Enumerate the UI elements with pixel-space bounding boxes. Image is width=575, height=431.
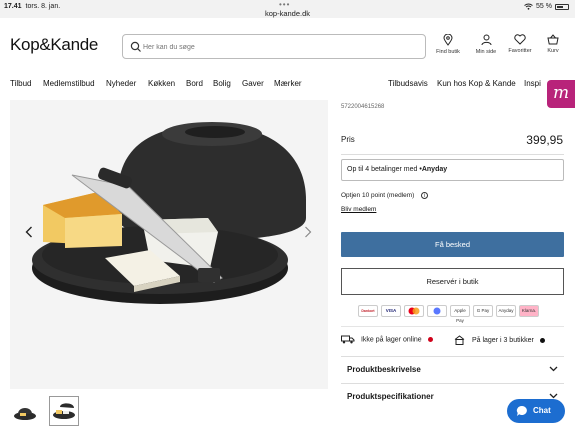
basket-label: Kurv (547, 48, 559, 54)
nav-item-bolig[interactable]: Bolig (213, 79, 231, 88)
google-pay-icon: G Pay (473, 305, 493, 317)
find-store-button[interactable]: Find butik (430, 34, 466, 55)
out-of-stock-dot (427, 337, 433, 342)
apple-pay-icon: Apple Pay (450, 305, 470, 323)
chevron-down-icon (549, 366, 558, 372)
klarna-icon: Klarna. (519, 305, 539, 317)
status-indicators: 55 % (524, 3, 569, 10)
stock-store-text: På lager i 3 butikker (471, 336, 534, 344)
become-member-link[interactable]: Bliv medlem (341, 206, 376, 213)
price-label: Pris (341, 135, 355, 144)
my-page-label: Min side (475, 49, 497, 55)
nav-item-gaver[interactable]: Gaver (242, 79, 264, 88)
nav-item-kun-hos[interactable]: Kun hos Kop & Kande (437, 79, 516, 88)
chat-button[interactable]: Chat (507, 399, 565, 423)
payment-methods: Dankort VISA Apple Pay G Pay Anyday Klar… (358, 305, 539, 323)
chat-label: Chat (533, 406, 551, 415)
cheese-slicer-illustration (32, 122, 306, 304)
location-pin-icon (443, 34, 453, 46)
points-info: Optjen 10 point (medlem) i (341, 192, 429, 200)
stock-online: Ikke på lager online (341, 335, 433, 344)
favorites-label: Favoritter (508, 48, 532, 54)
product-sku: 5722004615268 (341, 104, 385, 110)
visa-icon: VISA (381, 305, 401, 317)
anyday-text: Op til 4 betalinger med (347, 166, 418, 173)
thumbnail-1-image (14, 408, 36, 420)
nav-item-nyheder[interactable]: Nyheder (106, 79, 136, 88)
product-image[interactable] (10, 100, 328, 389)
search-box[interactable] (122, 34, 426, 59)
points-text: Optjen 10 point (medlem) (341, 192, 415, 200)
chevron-right-icon (305, 226, 312, 238)
gallery-prev-arrow[interactable] (25, 226, 33, 241)
nav-item-tilbudsavis[interactable]: Tilbudsavis (388, 79, 428, 88)
truck-icon (341, 335, 355, 344)
thumbnail-2-image (53, 403, 75, 419)
my-page-button[interactable]: Min side (468, 34, 504, 55)
dankort-icon: Dankort (358, 305, 378, 317)
notify-button[interactable]: Få besked (341, 232, 564, 257)
thumbnail-1[interactable] (10, 396, 40, 426)
nav-item-maerker[interactable]: Mærker (274, 79, 302, 88)
price-divider (341, 154, 564, 155)
search-input[interactable] (143, 39, 413, 55)
find-store-label: Find butik (436, 49, 460, 55)
nav-item-tilbud[interactable]: Tilbud (10, 79, 32, 88)
accordion-product-description-label: Produktbeskrivelse (347, 365, 421, 374)
gallery-next-arrow[interactable] (304, 226, 312, 241)
nav-item-koekken[interactable]: Køkken (148, 79, 175, 88)
chat-bubble-icon (516, 405, 527, 416)
battery-percent: 55 % (536, 3, 552, 10)
thumbnail-2[interactable] (49, 396, 79, 426)
accordion-product-description[interactable]: Produktbeskrivelse (341, 356, 564, 382)
address-bar-url[interactable]: kop-kande.dk (0, 9, 575, 18)
status-bar: 17.41 tors. 8. jan. ••• kop-kande.dk 55 % (0, 0, 575, 18)
mobilepay-icon (427, 305, 447, 317)
logo[interactable]: Kop&Kande (10, 35, 98, 55)
price-value: 399,95 (526, 133, 563, 147)
site-header: Kop&Kande Find butik Min side Favoritter… (0, 18, 575, 70)
reserve-in-store-button[interactable]: Reservér i butik (341, 268, 564, 295)
store-icon (454, 335, 465, 345)
user-icon (481, 34, 491, 46)
anyday-icon: Anyday (496, 305, 516, 317)
wifi-icon (524, 3, 533, 10)
info-icon[interactable]: i (421, 192, 429, 199)
anyday-installments[interactable]: Op til 4 betalinger med •Anyday (341, 159, 564, 181)
stock-online-text: Ikke på lager online (360, 336, 422, 344)
basket-icon (547, 34, 559, 45)
accordion-product-specifications-label: Produktspecifikationer (347, 392, 434, 401)
in-stock-dot (539, 337, 545, 343)
search-icon (130, 41, 141, 52)
nav-item-medlemstilbud[interactable]: Medlemstilbud (43, 79, 95, 88)
anyday-brand: •Anyday (419, 166, 448, 173)
favorites-button[interactable]: Favoritter (502, 34, 538, 54)
basket-button[interactable]: Kurv (535, 34, 571, 54)
battery-icon (555, 3, 569, 10)
main-nav: Tilbud Medlemstilbud Nyheder Køkken Bord… (0, 74, 575, 94)
mastercard-icon (404, 305, 424, 317)
chevron-left-icon (25, 226, 32, 238)
tab-handle-dots[interactable]: ••• (279, 0, 290, 9)
membership-badge[interactable]: m (547, 80, 575, 108)
nav-item-bord[interactable]: Bord (186, 79, 203, 88)
stock-divider (341, 326, 564, 327)
nav-item-inspiration[interactable]: Inspi (524, 79, 541, 88)
heart-icon (514, 34, 526, 45)
stock-store[interactable]: På lager i 3 butikker (454, 335, 545, 345)
